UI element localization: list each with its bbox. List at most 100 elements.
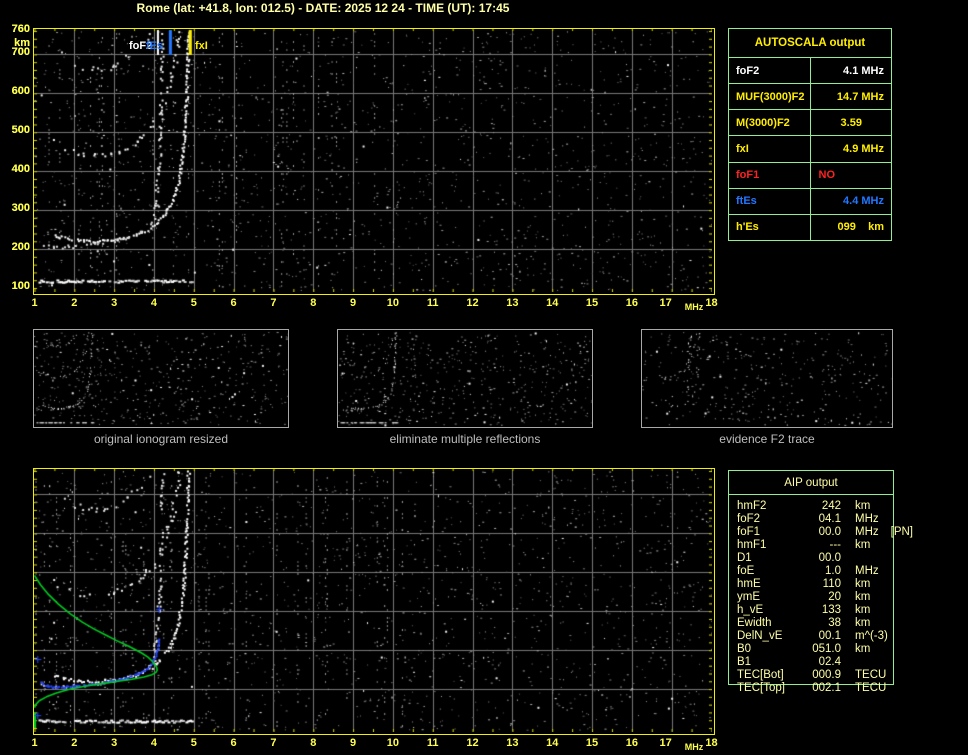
aip-row: foF1 00.0 MHz [PN] (729, 526, 929, 539)
autoscala-row: foF1 NO (728, 161, 892, 189)
aip-param-unit: km (855, 643, 871, 655)
autoscala-param-name: MUF(3000)F2 (728, 83, 811, 111)
aip-param-name: TEC[Top] (737, 682, 785, 694)
y-tick-label: 400 (11, 163, 30, 176)
aip-param-value: 133 (821, 604, 841, 616)
autoscala-param-name: fxI (728, 135, 811, 163)
x-tick-label: 10 (386, 297, 400, 309)
x-tick-label: 17 (659, 297, 672, 309)
thumbnail-evidence-canvas (642, 330, 892, 427)
x-tick-label: 16 (625, 737, 638, 749)
bottom-plot-y-axis: 760 km 700 600 500 400 300 200 100 (0, 0, 30, 300)
aip-param-value: 110 (822, 578, 841, 590)
thumbnail-caption-eliminate: eliminate multiple reflections (389, 432, 541, 446)
x-tick-label: 4 (150, 297, 158, 309)
y-tick-label: 200 (11, 241, 30, 254)
x-tick-label: 13 (506, 297, 519, 309)
aip-param-name: Ewidth (737, 617, 772, 629)
aip-param-name: ymE (737, 591, 760, 603)
x-tick-label: 5 (190, 737, 197, 749)
aip-param-name: B0 (737, 643, 752, 655)
autoscala-param-value: 4.4 MHz (809, 187, 892, 215)
bottom-ionogram-canvas (34, 469, 712, 732)
y-tick-label: 500 (11, 124, 30, 137)
autoscala-param-value: NO (809, 161, 892, 189)
aip-param-value: 1.0 (825, 565, 841, 577)
aip-param-unit: km (855, 604, 871, 616)
x-tick-label: 6 (230, 737, 237, 749)
y-tick-label: 100 (11, 280, 30, 292)
aip-param-name: hmE (737, 578, 761, 590)
autoscala-param-name: ftEs (728, 187, 811, 215)
aip-row: TEC[Top] 002.1 TECU (729, 682, 929, 695)
x-tick-label: 7 (270, 297, 277, 309)
aip-param-unit: MHz (855, 526, 879, 538)
aip-row: D1 00.0 (729, 552, 929, 565)
x-tick-label: 5 (190, 297, 197, 309)
x-tick-label: 9 (350, 737, 357, 749)
aip-param-unit: km (855, 500, 871, 512)
autoscala-row: fxI 4.9 MHz (728, 135, 892, 163)
aip-param-unit: km (855, 617, 871, 629)
aip-table-header: AIP output (729, 471, 893, 495)
aip-row: hmF1 --- km (729, 539, 929, 552)
aip-row: h_vE 133 km (729, 604, 929, 617)
aip-param-name: hmF1 (737, 539, 767, 551)
aip-param-unit: TECU (855, 669, 887, 681)
autoscala-param-name: foF1 (728, 161, 811, 189)
x-tick-label: 11 (426, 737, 439, 749)
x-tick-label: 13 (506, 737, 519, 749)
aip-row: ymE 20 km (729, 591, 929, 604)
aip-rows: hmF2 242 km foF2 04.1 MHz foF1 00.0 MHz [PN] hmF1 -… (729, 500, 929, 695)
aip-param-unit: km (855, 539, 871, 551)
autoscala-row: MUF(3000)F2 14.7 MHz (728, 83, 892, 111)
aip-row: B0 051.0 km (729, 643, 929, 656)
aip-param-name: DelN_vE (737, 630, 783, 642)
x-tick-label: 2 (71, 737, 78, 749)
aip-param-unit: MHz (855, 513, 879, 525)
x-tick-label: 9 (350, 297, 357, 309)
autoscala-param-value: 14.7 MHz (809, 83, 892, 111)
aip-param-name: D1 (737, 552, 752, 564)
autoscala-param-name: M(3000)F2 (728, 109, 811, 137)
x-tick-label: 3 (111, 737, 118, 749)
aip-param-name: foF1 (737, 526, 761, 538)
aip-row: B1 02.4 (729, 656, 929, 669)
x-tick-label: 17 (659, 737, 672, 749)
autoscala-param-value: 4.1 MHz (809, 56, 892, 85)
y-tick-label: 600 (11, 85, 30, 98)
x-tick-label: 11 (426, 297, 439, 309)
aip-param-unit: TECU (855, 682, 887, 694)
top-ionogram-canvas (34, 29, 712, 292)
ionogram-page: Rome (lat: +41.8, lon: 012.5) - DATE: 20… (0, 0, 968, 755)
x-tick-label: 14 (546, 737, 559, 749)
thumbnail-caption-evidence: evidence F2 trace (719, 432, 815, 446)
aip-output-table: AIP output hmF2 242 km foF2 04.1 MHz foF1 00.0 M… (728, 470, 913, 694)
aip-param-value: 20 (828, 591, 841, 603)
aip-param-name: foF2 (737, 513, 761, 525)
x-tick-label: 10 (386, 737, 400, 749)
autoscala-param-name: h'Es (728, 213, 811, 242)
autoscala-row: foF2 4.1 MHz (728, 56, 892, 85)
aip-param-name: B1 (737, 656, 752, 668)
y-tick-label: 300 (11, 202, 30, 215)
x-tick-label: 6 (230, 297, 237, 309)
aip-param-value: 00.0 (818, 552, 841, 564)
aip-param-note: [PN] (890, 526, 914, 538)
thumbnail-eliminate-reflections (337, 329, 593, 428)
x-tick-label: 15 (585, 737, 599, 749)
page-title: Rome (lat: +41.8, lon: 012.5) - DATE: 20… (136, 1, 510, 15)
x-tick-label: 15 (585, 297, 599, 309)
aip-row: hmE 110 km (729, 578, 929, 591)
autoscala-row: h'Es 099 km (728, 213, 892, 242)
x-tick-label: 12 (466, 297, 479, 309)
x-tick-label: 8 (310, 737, 317, 749)
autoscala-param-name: foF2 (728, 56, 811, 85)
thumbnail-evidence-f2 (641, 329, 893, 428)
autoscala-table-header: AUTOSCALA output (728, 28, 892, 58)
fxi-marker-label: fxI (195, 40, 208, 52)
autoscala-output-table: AUTOSCALA output foF2 4.1 MHz MUF(3000)F2 1… (728, 28, 892, 242)
x-tick-label: 7 (270, 737, 277, 749)
aip-row: TEC[Bot] 000.9 TECU (729, 669, 929, 682)
aip-param-value: 000.9 (812, 669, 841, 681)
